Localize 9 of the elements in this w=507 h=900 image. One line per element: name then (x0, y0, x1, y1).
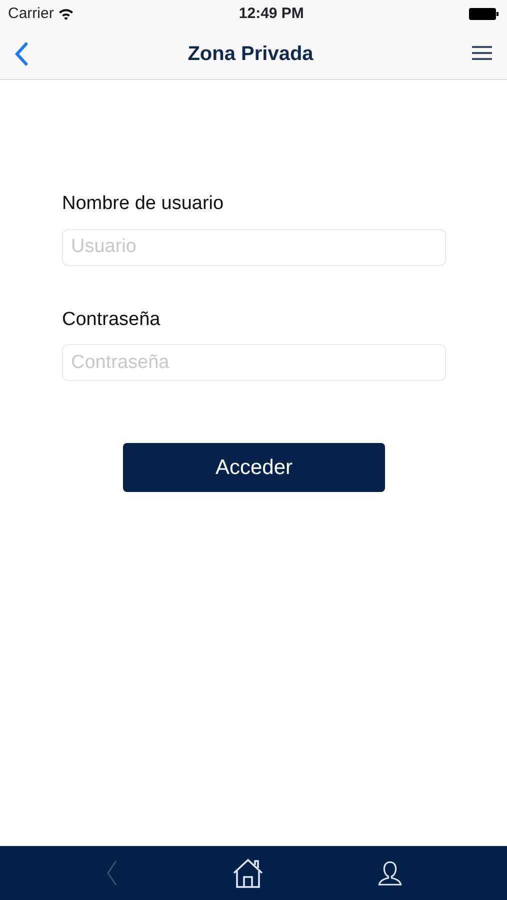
login-button[interactable]: Acceder (123, 443, 385, 492)
clock-time: 12:49 PM (238, 4, 304, 24)
back-button[interactable] (14, 40, 30, 66)
wifi-icon (58, 8, 74, 20)
carrier-label: Carrier (8, 4, 54, 24)
page-title: Zona Privada (188, 42, 314, 66)
field-label: Contraseña (62, 308, 162, 332)
battery-icon (468, 8, 499, 20)
field-label: Nombre de usuario (62, 192, 225, 216)
